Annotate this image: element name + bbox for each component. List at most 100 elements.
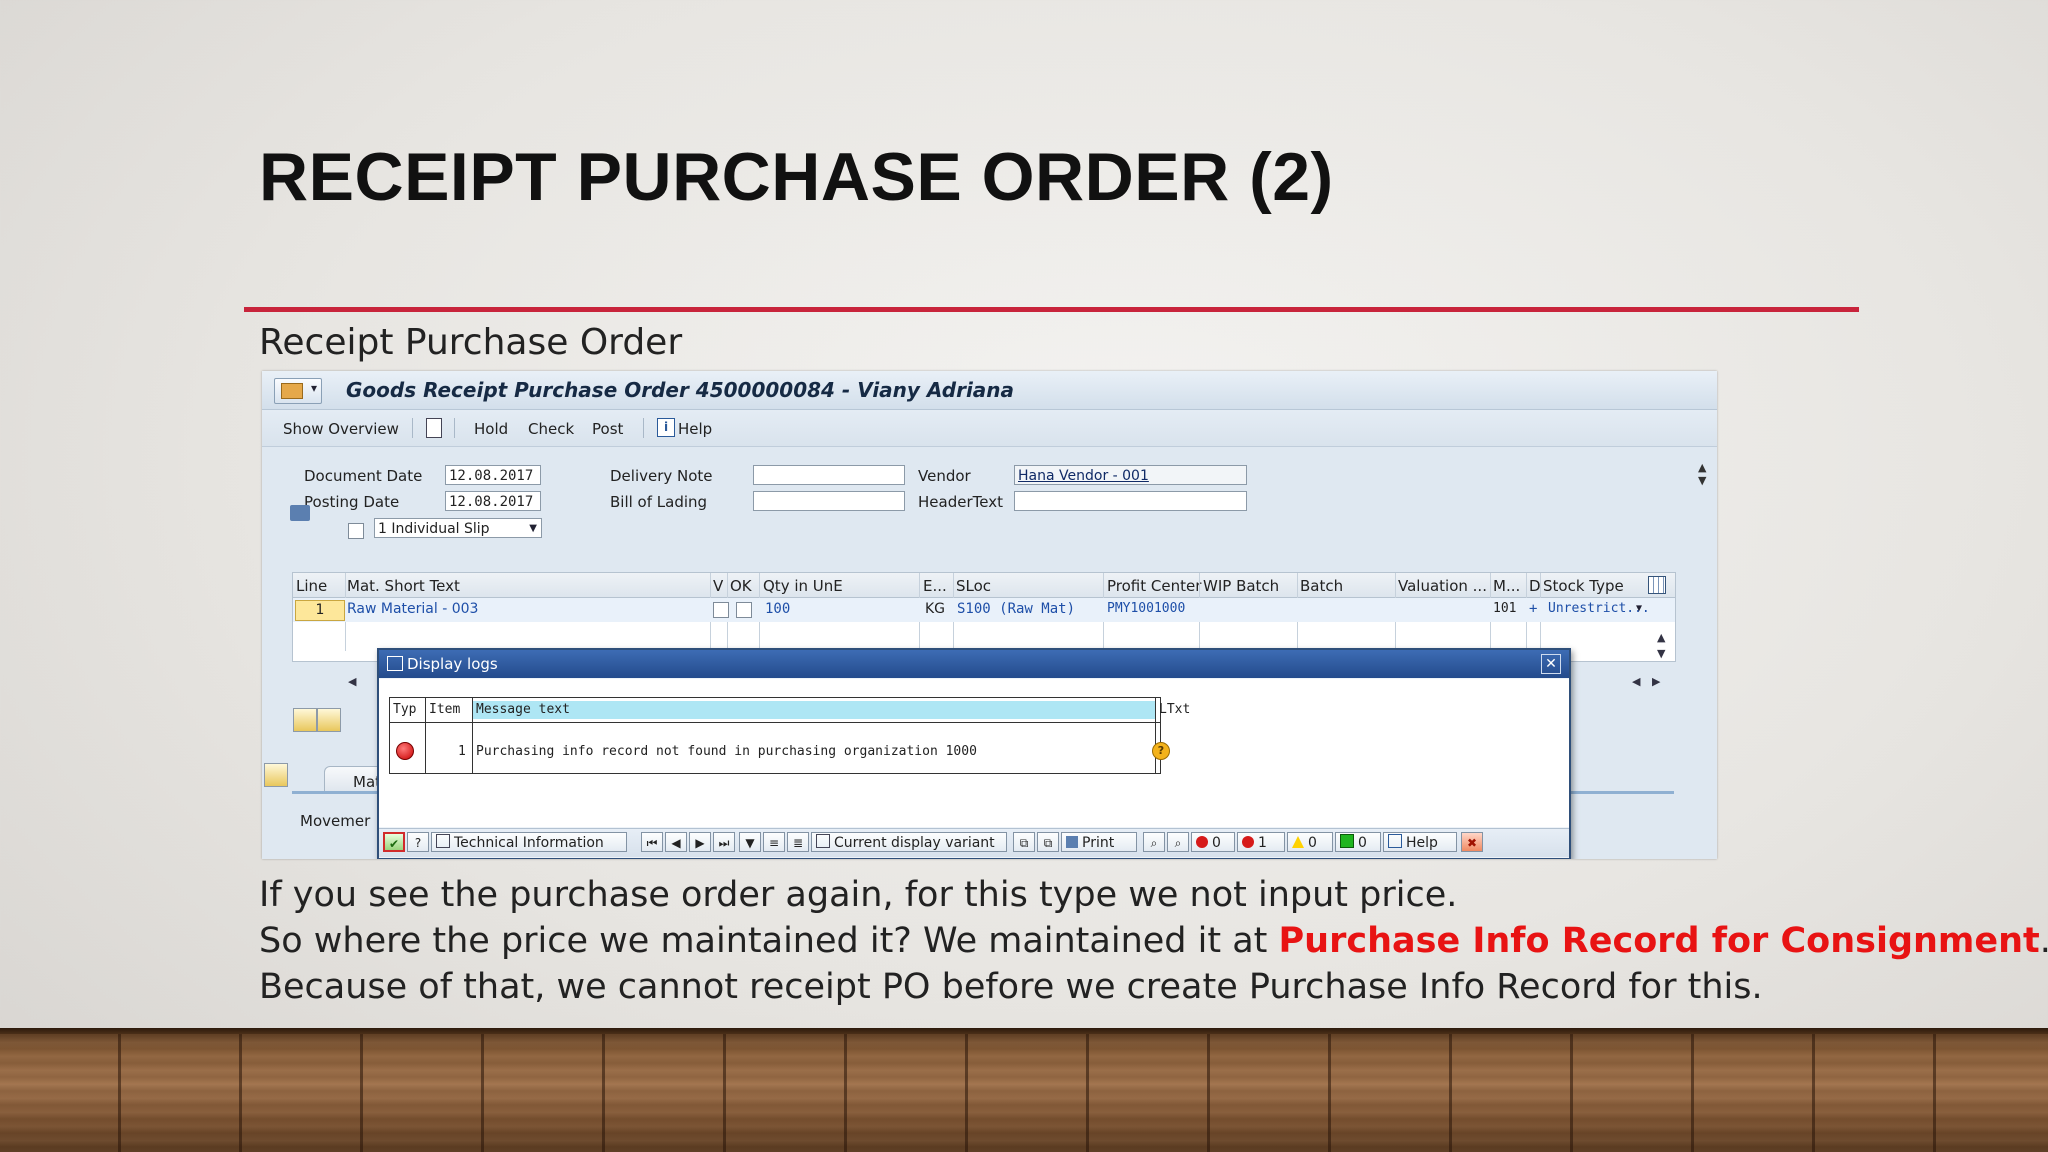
error-count-button[interactable]: 1 — [1237, 832, 1285, 852]
stock-type[interactable]: Unrestrict... — [1548, 601, 1650, 616]
slide-subtitle: Receipt Purchase Order — [259, 322, 683, 363]
wood-floor-decoration — [0, 1028, 2048, 1152]
storage-location[interactable]: S100 (Raw Mat) — [957, 601, 1075, 617]
movement-type: 101 — [1493, 601, 1517, 616]
stop-icon — [1196, 836, 1208, 848]
bill-of-lading-field[interactable] — [753, 491, 905, 511]
help-button[interactable]: Help — [678, 420, 712, 438]
highlighted-term: Purchase Info Record for Consignment — [1278, 921, 2040, 961]
line-number[interactable]: 1 — [295, 600, 345, 621]
unit: KG — [925, 601, 946, 617]
help-button[interactable]: Help — [1383, 832, 1457, 852]
sort-ascending-icon[interactable]: ≡ — [763, 832, 785, 852]
stop-count-button[interactable]: 0 — [1191, 832, 1235, 852]
table-row[interactable]: 1 Raw Material - 003 100 KG S100 (Raw Ma… — [293, 598, 1675, 622]
printer-icon[interactable] — [290, 505, 310, 521]
close-icon[interactable]: ✕ — [1541, 654, 1561, 674]
quantity[interactable]: 100 — [765, 601, 790, 617]
print-checkbox[interactable] — [348, 523, 364, 539]
column-header[interactable]: SLoc — [956, 577, 991, 595]
column-header[interactable]: V — [713, 577, 723, 595]
cancel-icon[interactable]: ✖ — [1461, 832, 1483, 852]
delivery-note-field[interactable] — [753, 465, 905, 485]
question-icon[interactable]: ? — [407, 832, 429, 852]
column-header[interactable]: Qty in UnE — [763, 577, 843, 595]
column-header[interactable]: Valuation ... — [1398, 577, 1487, 595]
filter-icon[interactable]: ▼ — [739, 832, 761, 852]
scroll-left-icon[interactable]: ◀ — [1632, 675, 1640, 688]
column-header[interactable]: E... — [923, 577, 947, 595]
sap-screenshot: Goods Receipt Purchase Order 4500000084 … — [262, 371, 1717, 859]
column-header[interactable]: Typ — [390, 701, 425, 719]
body-line-3: Because of that, we cannot receipt PO be… — [259, 967, 1763, 1007]
post-button[interactable]: Post — [592, 420, 623, 438]
document-date-field[interactable]: 12.08.2017 — [445, 465, 541, 485]
long-text-icon[interactable]: ? — [1152, 742, 1170, 760]
warning-count-button[interactable]: 0 — [1287, 832, 1333, 852]
log-table-header: Typ Item Message text LTxt — [390, 698, 1190, 723]
ok-checkbox[interactable] — [736, 602, 752, 618]
check-button[interactable]: Check — [528, 420, 574, 438]
scroll-right-icon[interactable]: ▶ — [1652, 675, 1660, 688]
column-header[interactable]: WIP Batch — [1203, 577, 1279, 595]
layout-icon — [816, 834, 830, 848]
find-next-icon[interactable]: ⌕ — [1167, 832, 1189, 852]
current-display-variant-button[interactable]: Current display variant — [811, 832, 1007, 852]
header-scrollbar[interactable]: ▲ ▼ — [1698, 461, 1706, 487]
chevron-down-icon[interactable]: ▼ — [1636, 603, 1642, 614]
sort-descending-icon[interactable]: ≣ — [787, 832, 809, 852]
profit-center[interactable]: PMY1001000 — [1107, 601, 1185, 616]
posting-date-field[interactable]: 12.08.2017 — [445, 491, 541, 511]
column-header[interactable]: Message text — [473, 701, 1155, 719]
bill-of-lading-label: Bill of Lading — [610, 493, 708, 511]
save-layout-icon[interactable]: ⧉ — [1037, 832, 1059, 852]
scroll-down-icon[interactable]: ▼ — [1657, 647, 1665, 660]
material-text[interactable]: Raw Material - 003 — [347, 601, 478, 617]
column-header[interactable]: Item — [426, 701, 472, 719]
toolbar-separator — [643, 418, 644, 438]
column-header[interactable]: M... — [1493, 577, 1520, 595]
dialog-title-bar: Display logs ✕ — [379, 650, 1569, 678]
info-icon[interactable]: i — [657, 418, 675, 437]
column-header[interactable]: Mat. Short Text — [347, 577, 460, 595]
log-message[interactable]: Purchasing info record not found in purc… — [476, 744, 977, 759]
detail-toggle-icon[interactable] — [264, 763, 288, 787]
column-header[interactable]: D — [1529, 577, 1541, 595]
log-table: Typ Item Message text LTxt 1 Purchasing … — [389, 697, 1190, 774]
previous-page-icon[interactable]: ◀ — [665, 832, 687, 852]
scroll-left-icon[interactable]: ◀ — [348, 675, 356, 688]
select-all-icon[interactable] — [293, 708, 317, 732]
hold-button[interactable]: Hold — [474, 420, 508, 438]
body-line-2: So where the price we maintained it? We … — [259, 921, 2048, 961]
next-page-icon[interactable]: ▶ — [689, 832, 711, 852]
show-overview-button[interactable]: Show Overview — [283, 420, 399, 438]
technical-information-button[interactable]: Technical Information — [431, 832, 627, 852]
slip-select[interactable]: 1 Individual Slip — [374, 518, 542, 538]
column-header[interactable]: Stock Type — [1543, 577, 1624, 595]
success-count-button[interactable]: 0 — [1335, 832, 1381, 852]
body-line-1: If you see the purchase order again, for… — [259, 875, 1458, 915]
grid-header: Line Mat. Short Text V OK Qty in UnE E..… — [293, 573, 1675, 598]
deselect-all-icon[interactable] — [317, 708, 341, 732]
last-page-icon[interactable]: ⏭ — [713, 832, 735, 852]
confirm-icon[interactable]: ✔ — [383, 832, 405, 852]
document-icon[interactable] — [426, 418, 442, 438]
success-icon — [1340, 834, 1354, 848]
first-page-icon[interactable]: ⏮ — [641, 832, 663, 852]
menu-icon[interactable] — [274, 378, 322, 404]
column-header[interactable]: Line — [296, 577, 327, 595]
column-header[interactable]: Batch — [1300, 577, 1343, 595]
vendor-field[interactable]: Hana Vendor - 001 — [1014, 465, 1247, 485]
print-button[interactable]: Print — [1061, 832, 1137, 852]
change-layout-icon[interactable]: ⧉ — [1013, 832, 1035, 852]
header-text-field[interactable] — [1014, 491, 1247, 511]
vendor-label: Vendor — [918, 467, 971, 485]
scroll-up-icon[interactable]: ▲ — [1657, 631, 1665, 644]
v-checkbox[interactable] — [713, 602, 729, 618]
column-header[interactable]: LTxt — [1156, 701, 1192, 719]
column-header[interactable]: Profit Center — [1107, 577, 1201, 595]
column-header[interactable]: OK — [730, 577, 752, 595]
error-icon — [396, 742, 414, 760]
grid-layout-icon[interactable] — [1648, 576, 1666, 594]
find-icon[interactable]: ⌕ — [1143, 832, 1165, 852]
